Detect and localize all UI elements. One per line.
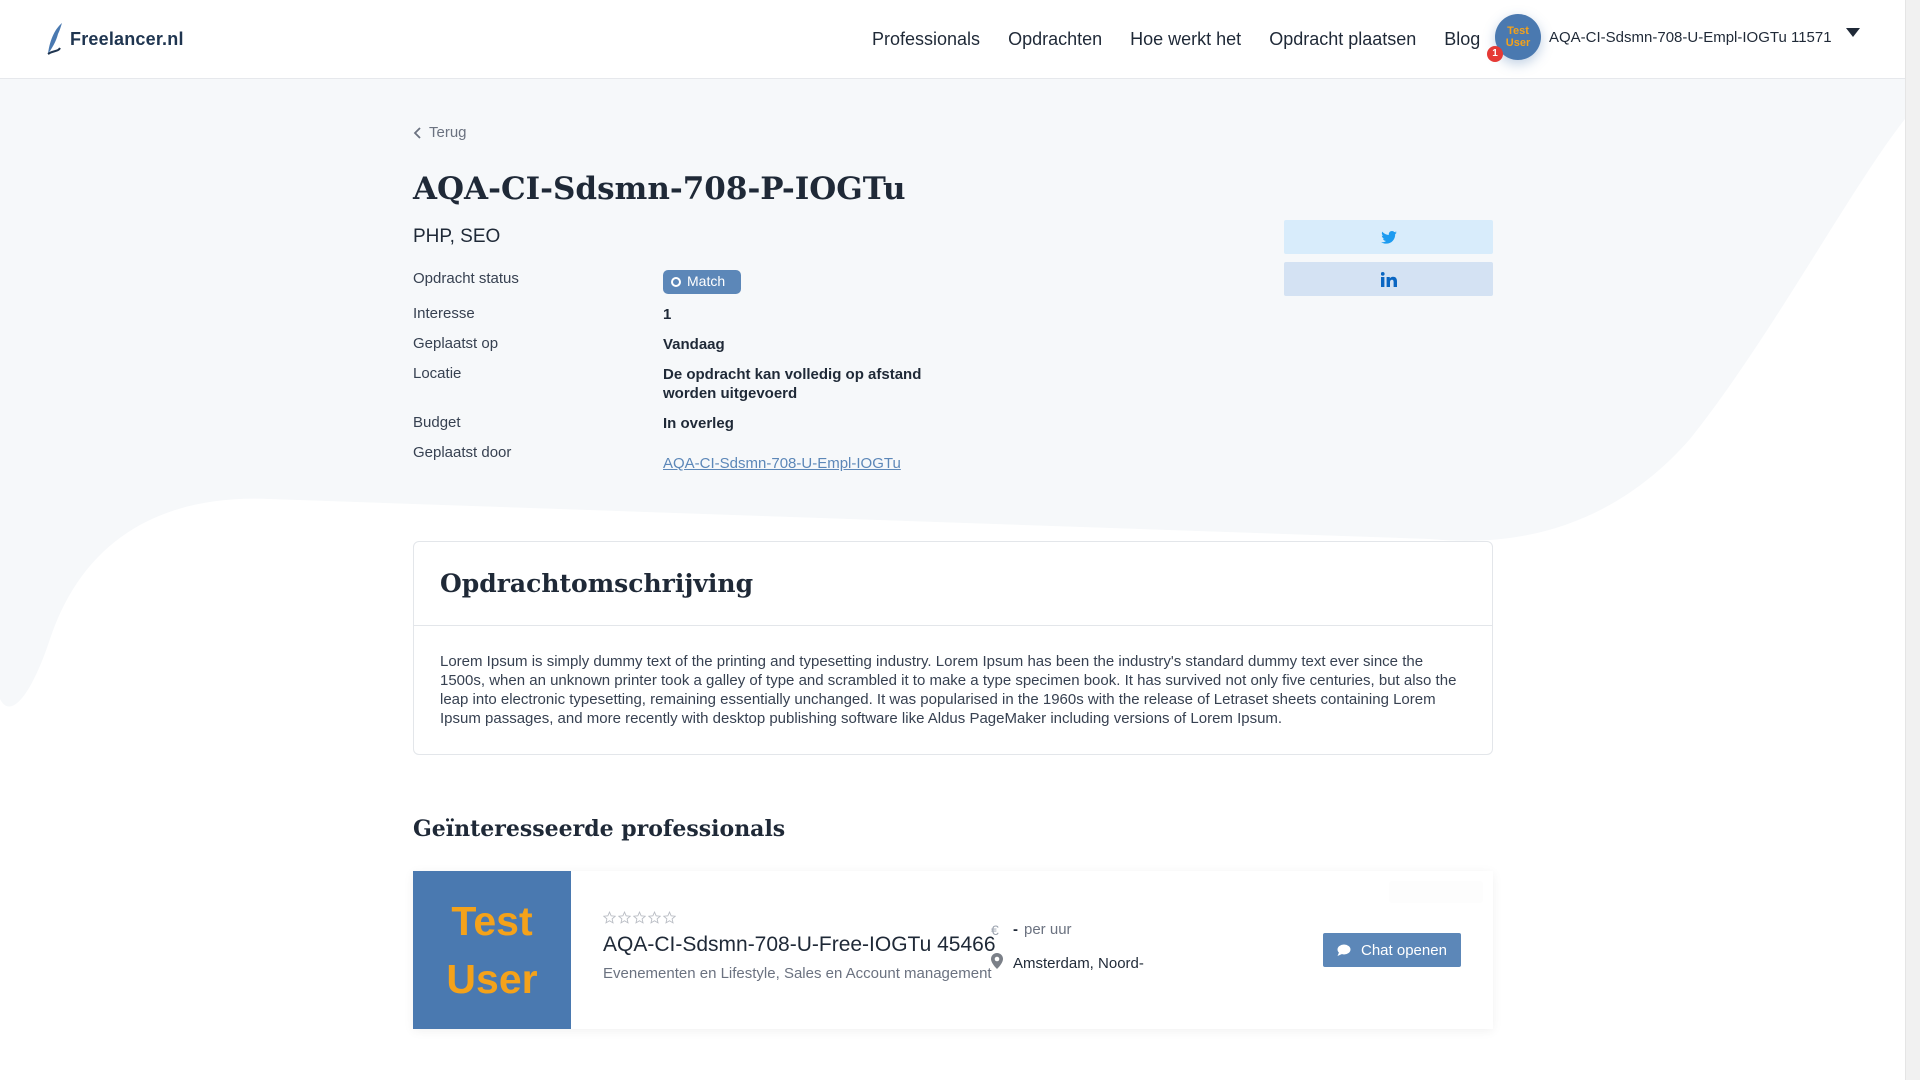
interested-title: Geïnteresseerde professionals: [413, 816, 786, 842]
nav-professionals[interactable]: Professionals: [872, 29, 980, 50]
professional-location: Amsterdam, Noord-: [991, 953, 1144, 973]
chevron-left-icon: [413, 126, 421, 139]
rate-amount: -: [1013, 921, 1018, 938]
nav-opdracht-plaatsen[interactable]: Opdracht plaatsen: [1269, 29, 1416, 50]
detail-posted: Geplaatst op Vandaag: [413, 335, 1013, 354]
location-line-1: De opdracht kan volledig op afstand: [663, 366, 922, 383]
detail-label: Interesse: [413, 305, 475, 322]
feather-logo-icon: [47, 23, 62, 55]
detail-value: 1: [663, 306, 672, 323]
detail-label: Budget: [413, 414, 461, 431]
professional-card[interactable]: Test User AQA-CI-Sdsmn-708-U-Free-IOGTu …: [413, 871, 1493, 1029]
detail-label: Geplaatst op: [413, 335, 499, 352]
user-name[interactable]: AQA-CI-Sdsmn-708-U-Empl-IOGTu 11571: [1549, 29, 1832, 46]
nav-hoe-werkt-het[interactable]: Hoe werkt het: [1130, 29, 1241, 50]
chat-open-label: Chat openen: [1361, 941, 1447, 959]
detail-status: Opdracht status Match: [413, 270, 1013, 294]
page-title: AQA-CI-Sdsmn-708-P-IOGTu: [413, 171, 906, 207]
detail-value: In overleg: [663, 415, 734, 432]
logo-text: Freelancer.nl: [70, 28, 184, 49]
chevron-down-icon[interactable]: [1845, 27, 1860, 37]
logo[interactable]: Freelancer.nl: [46, 22, 184, 56]
share-twitter-button[interactable]: [1284, 220, 1493, 254]
detail-label: Locatie: [413, 365, 462, 382]
chat-bubble-icon: [1337, 944, 1351, 956]
detail-budget: Budget In overleg: [413, 414, 1013, 433]
hourly-rate: € - per uur: [991, 921, 1072, 938]
detail-interest: Interesse 1: [413, 305, 1013, 324]
nav-blog[interactable]: Blog: [1444, 29, 1480, 50]
description-title: Opdrachtomschrijving: [440, 569, 754, 598]
professional-categories: Evenementen en Lifestyle, Sales en Accou…: [603, 965, 992, 982]
detail-posted-by: Geplaatst door AQA-CI-Sdsmn-708-U-Empl-I…: [413, 444, 1013, 473]
detail-label: Opdracht status: [413, 270, 519, 287]
avatar-text-line2: User: [1505, 37, 1531, 49]
share-buttons: [1284, 220, 1493, 304]
detail-value: Vandaag: [663, 336, 725, 353]
placeholder-box: [1389, 881, 1483, 903]
notification-badge[interactable]: 1: [1487, 46, 1503, 62]
professional-avatar[interactable]: Test User: [413, 871, 571, 1029]
avatar-text-line1: Test: [1507, 25, 1529, 37]
detail-label: Geplaatst door: [413, 444, 512, 461]
status-badge: Match: [663, 270, 742, 294]
posted-by-link[interactable]: AQA-CI-Sdsmn-708-U-Empl-IOGTu: [663, 455, 901, 472]
back-link[interactable]: Terug: [413, 124, 467, 141]
avatar[interactable]: Test User 1: [1487, 14, 1541, 62]
top-navbar: Freelancer.nl Professionals Opdrachten H…: [0, 0, 1905, 79]
share-linkedin-button[interactable]: [1284, 262, 1493, 296]
status-circle-icon: [671, 276, 681, 287]
user-menu[interactable]: Test User 1 AQA-CI-Sdsmn-708-U-Empl-IOGT…: [1487, 14, 1860, 62]
star-icon: [603, 911, 616, 924]
nav-opdrachten[interactable]: Opdrachten: [1008, 29, 1102, 50]
job-details: Opdracht status Match Interesse 1 Geplaa…: [413, 270, 1013, 484]
description-text: Lorem Ipsum is simply dummy text of the …: [440, 653, 1457, 727]
location-line-2: worden uitgevoerd: [663, 385, 798, 402]
location-pin-icon: [991, 953, 1003, 969]
star-icon: [618, 911, 631, 924]
chat-open-button[interactable]: Chat openen: [1323, 933, 1461, 967]
description-card: Opdrachtomschrijving Lorem Ipsum is simp…: [413, 541, 1493, 755]
main-nav: Professionals Opdrachten Hoe werkt het O…: [872, 0, 1508, 79]
scrollbar[interactable]: [1905, 0, 1920, 1080]
euro-icon: €: [991, 921, 999, 938]
detail-value: De opdracht kan volledig op afstand word…: [663, 365, 921, 403]
job-skills: PHP, SEO: [413, 226, 501, 247]
avatar-text-line1: Test: [451, 898, 533, 944]
rate-unit: per uur: [1024, 921, 1072, 938]
avatar-text-line2: User: [446, 956, 538, 1002]
back-label: Terug: [429, 124, 467, 141]
location-text: Amsterdam, Noord-: [1013, 954, 1144, 972]
status-text: Match: [687, 273, 726, 289]
star-icon: [663, 911, 676, 924]
star-icon: [648, 911, 661, 924]
rating-stars: [603, 911, 676, 924]
detail-location: Locatie De opdracht kan volledig op afst…: [413, 365, 1013, 403]
professional-name[interactable]: AQA-CI-Sdsmn-708-U-Free-IOGTu 45466: [603, 933, 996, 957]
twitter-icon: [1380, 230, 1397, 244]
linkedin-icon: [1380, 271, 1397, 287]
star-icon: [633, 911, 646, 924]
